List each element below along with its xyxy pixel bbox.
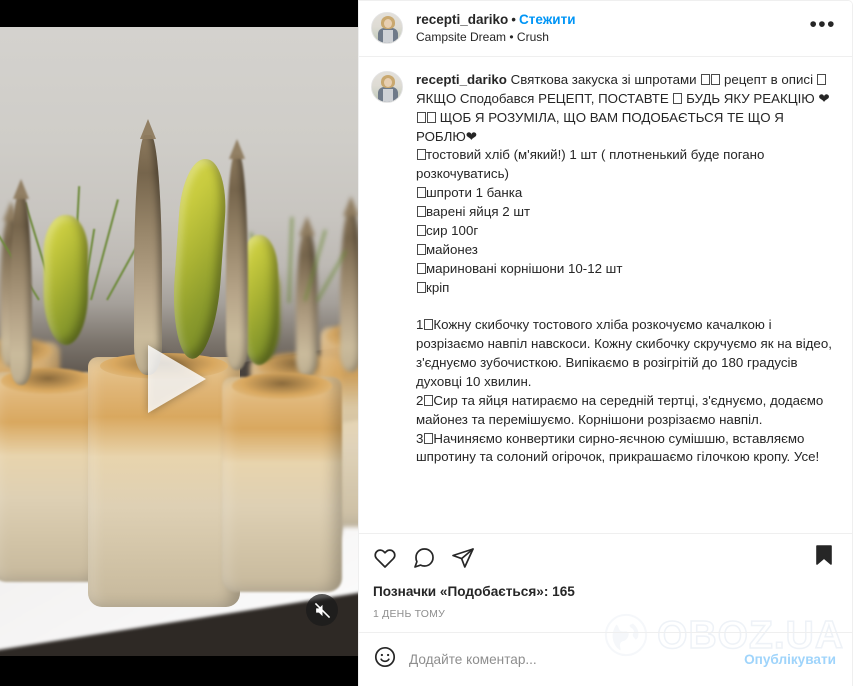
comment-bubble-icon[interactable] [412,546,436,570]
like-count-label[interactable]: Позначки «Подобається»: 165 [373,584,836,599]
sprat-fish [10,179,32,385]
caption-area: recepti_dariko Святкова закуска зі шпрот… [359,57,852,533]
emoji-placeholder-glyph [426,111,436,123]
emoji-placeholder-glyph [416,243,426,255]
header-username[interactable]: recepti_dariko [416,12,508,27]
sprat-fish [340,196,358,372]
emoji-placeholder-glyph [416,149,426,161]
emoji-placeholder-glyph [416,187,426,199]
post-media-pane [0,0,358,686]
caption-row: recepti_dariko Святкова закуска зі шпрот… [371,70,836,467]
action-icon-row [373,543,836,572]
audio-artist: Crush [516,29,549,44]
emoji-placeholder-glyph [416,262,426,274]
emoji-placeholder-glyph [700,73,710,85]
comment-bar: Опублікувати [359,632,852,686]
caption-avatar[interactable] [371,70,403,103]
emoji-placeholder-glyph [423,432,433,444]
audio-track-row[interactable]: Campsite Dream • Crush [416,30,576,45]
canape-roll [222,373,342,592]
header-text-block: recepti_dariko • Стежити Campsite Dream • … [416,12,576,45]
header-separator: • [511,12,517,27]
comment-input[interactable] [409,652,733,667]
caption-username[interactable]: recepti_dariko [416,72,507,87]
sprat-fish [134,119,162,375]
emoji-placeholder-glyph [672,92,682,104]
emoji-placeholder-glyph [423,319,433,331]
audio-title: Campsite Dream [416,29,507,44]
bookmark-filled-icon[interactable] [812,543,836,572]
submit-comment-button[interactable]: Опублікувати [744,652,836,667]
emoji-placeholder-glyph [817,73,827,85]
emoji-placeholder-glyph [416,224,426,236]
share-paper-plane-icon[interactable] [451,546,475,570]
speaker-muted-icon[interactable] [306,594,338,626]
more-options-button[interactable]: ••• [799,14,838,42]
video-player[interactable] [0,27,358,656]
play-triangle-icon[interactable] [148,345,206,413]
emoji-placeholder-glyph [710,73,720,85]
follow-button[interactable]: Стежити [519,12,575,27]
audio-separator: • [509,29,514,44]
emoji-placeholder-glyph [416,281,426,293]
emoji-placeholder-glyph [416,111,426,123]
header-username-row: recepti_dariko • Стежити [416,12,576,29]
emoji-placeholder-glyph [423,394,433,406]
post-header: recepti_dariko • Стежити Campsite Dream • … [359,1,852,57]
instagram-post: OBOZ.UA recepti_dariko • Стежити Campsite … [0,0,853,686]
avatar[interactable] [371,12,403,45]
sprat-fish [226,139,248,370]
heart-icon[interactable] [373,546,397,570]
post-timestamp: 1 ДЕНЬ ТОМУ [373,608,445,620]
emoji-placeholder-glyph [416,206,426,217]
post-info-pane: OBOZ.UA recepti_dariko • Стежити Campsite … [358,0,853,686]
caption-text-block: recepti_dariko Святкова закуска зі шпрот… [416,71,836,467]
emoji-smiley-icon[interactable] [373,645,397,674]
post-actions: Позначки «Подобається»: 165 1 ДЕНЬ ТОМУ [359,533,852,632]
caption-text: Святкова закуска зі шпротами рецепт в оп… [416,71,832,465]
pickle-gherkin [44,215,88,345]
